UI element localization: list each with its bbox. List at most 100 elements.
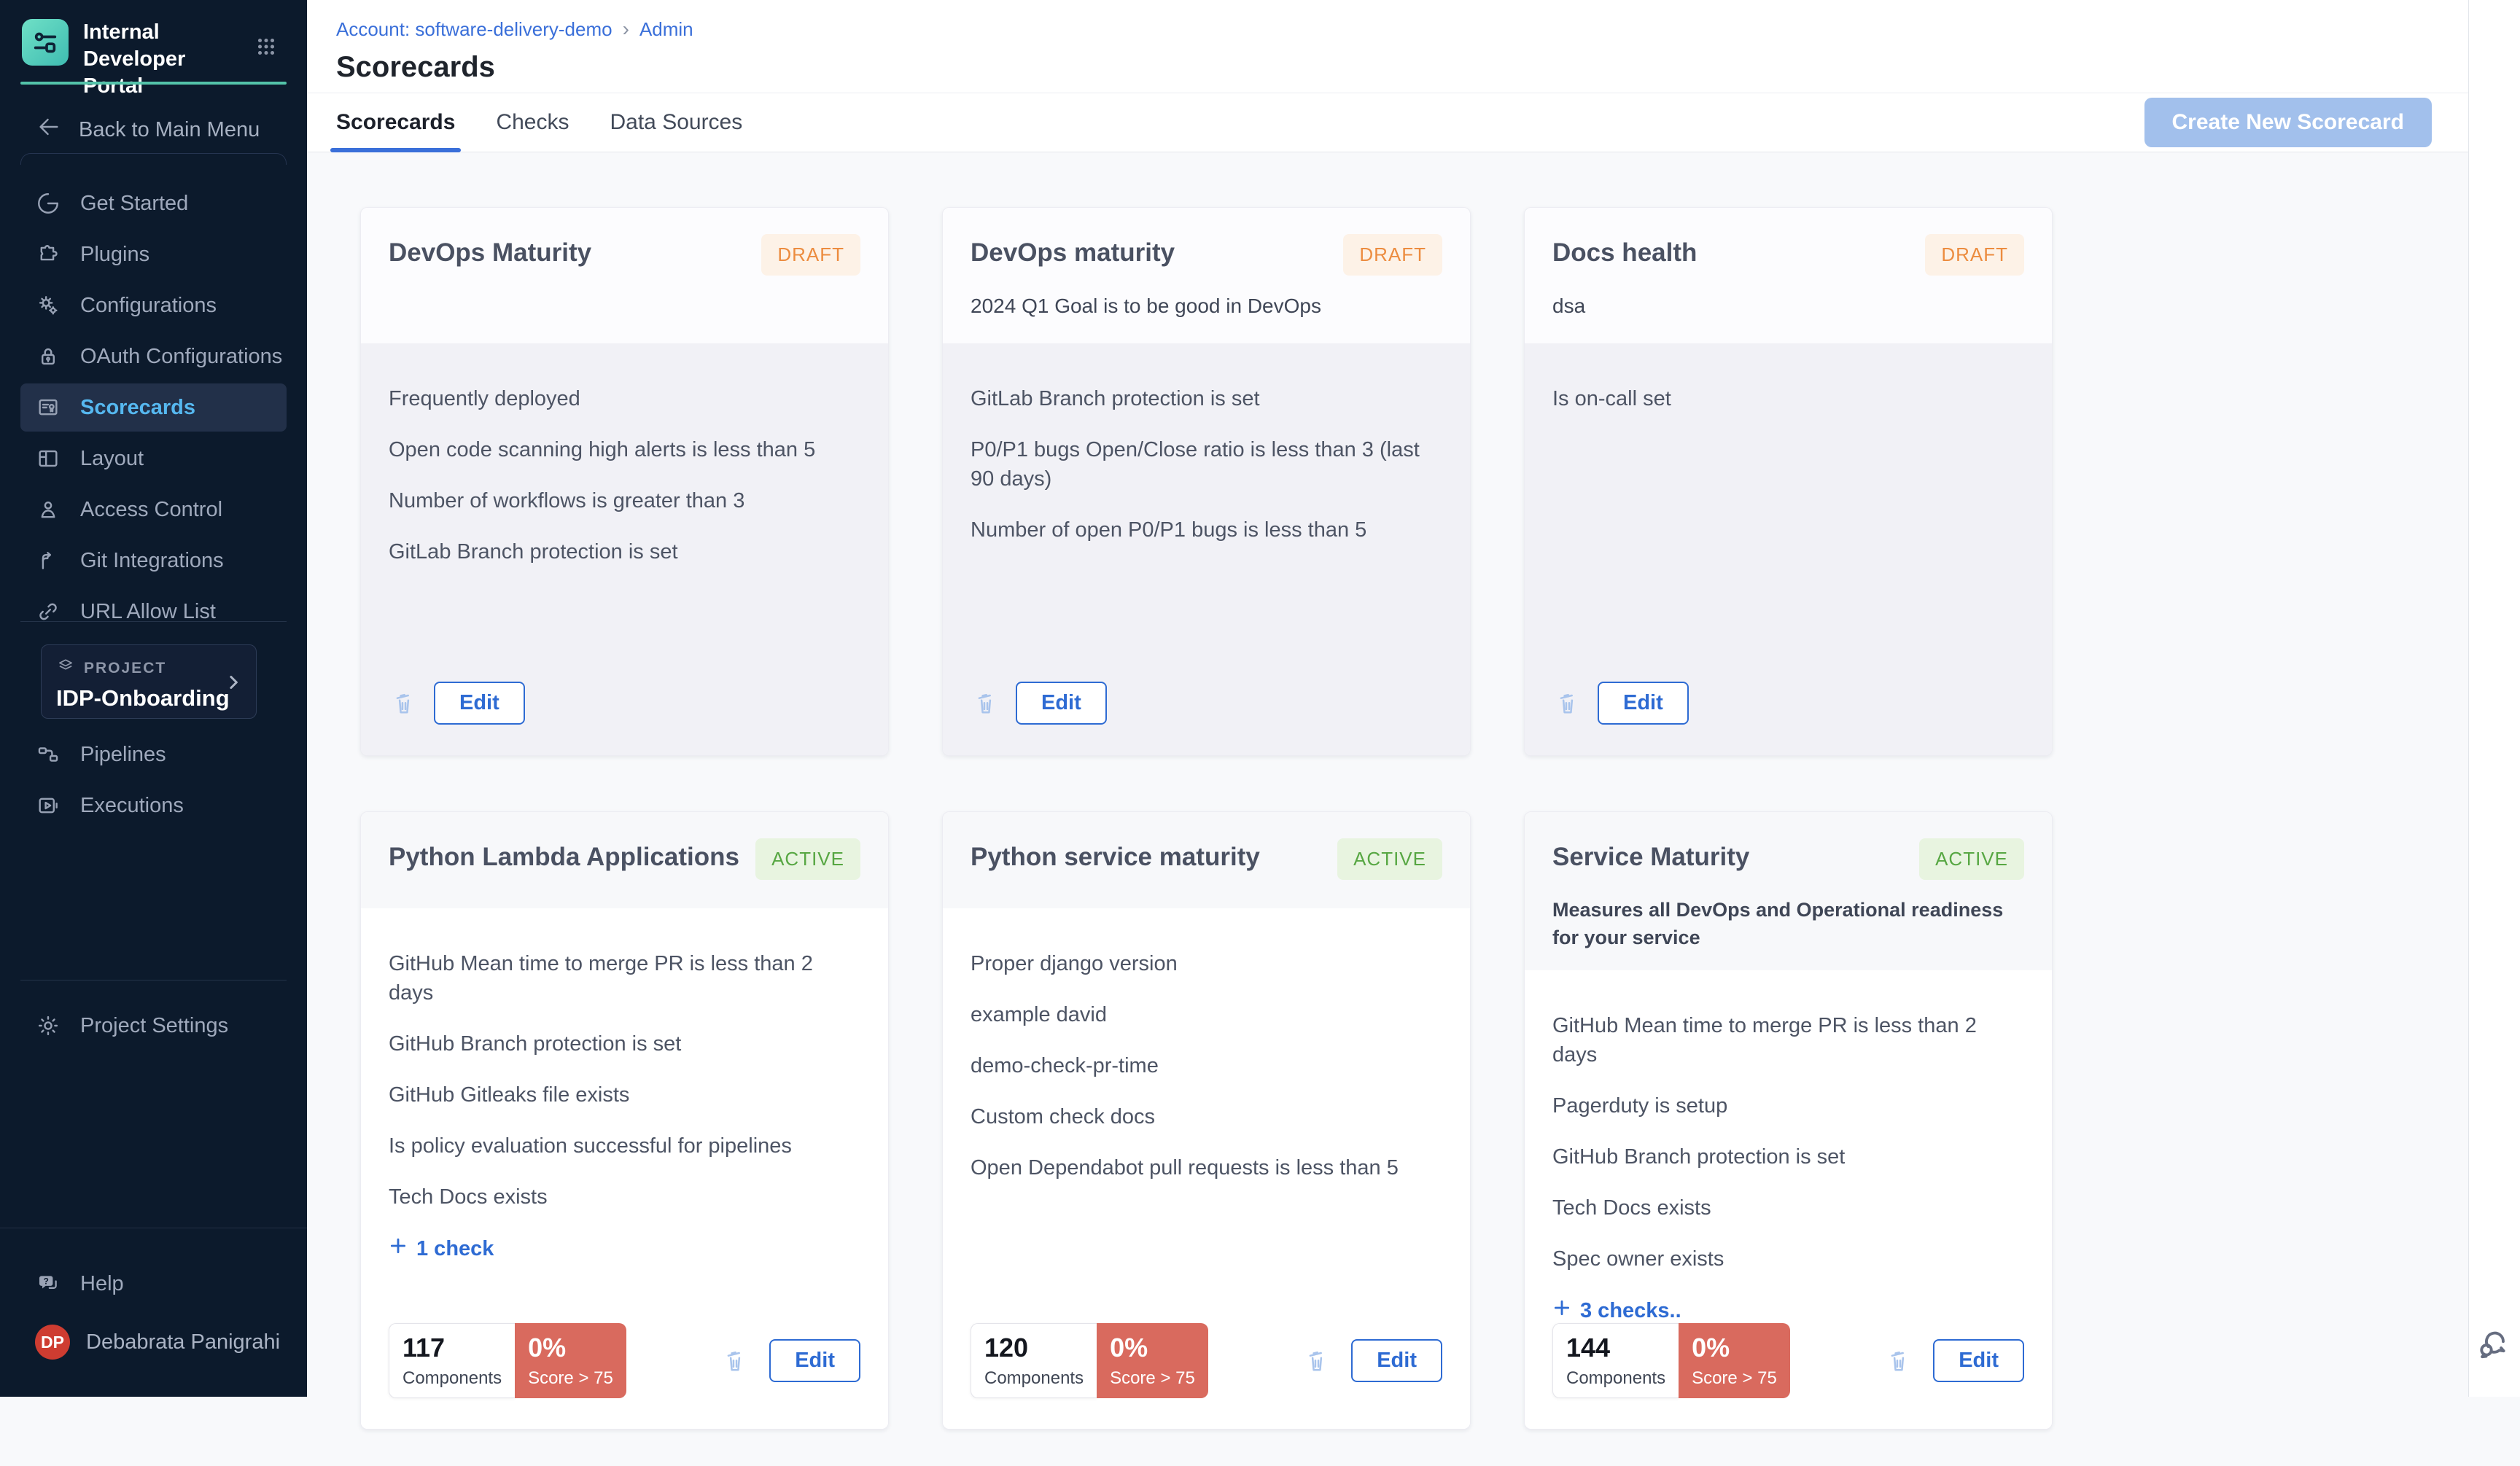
app-logo[interactable] <box>22 19 69 66</box>
sidebar-item-configurations[interactable]: Configurations <box>20 281 287 330</box>
status-badge: DRAFT <box>1925 234 2024 276</box>
check-item: example david <box>971 1000 1442 1029</box>
gears-icon <box>35 292 61 319</box>
check-item: Number of open P0/P1 bugs is less than 5 <box>971 515 1442 545</box>
tab-scorecards[interactable]: Scorecards <box>336 93 455 152</box>
card-body: GitLab Branch protection is set P0/P1 bu… <box>943 343 1470 755</box>
tab-bar: Scorecards Checks Data Sources Create Ne… <box>307 93 2468 152</box>
components-label: Components <box>1566 1368 1665 1389</box>
score-percentage: 0% <box>528 1333 613 1363</box>
score-percentage: 0% <box>1110 1333 1195 1363</box>
card-title: Service Maturity <box>1552 838 1749 872</box>
sidebar-item-get-started[interactable]: Get Started <box>20 179 287 227</box>
scorecard-card: Service Maturity ACTIVE Measures all Dev… <box>1524 811 2053 1430</box>
delete-scorecard-button[interactable] <box>720 1344 750 1378</box>
card-body: GitHub Mean time to merge PR is less tha… <box>361 908 888 1429</box>
check-item: Custom check docs <box>971 1102 1442 1131</box>
breadcrumb-admin-link[interactable]: Admin <box>639 18 693 41</box>
check-item: Proper django version <box>971 949 1442 978</box>
scorecard-card: DevOps Maturity DRAFT Frequently deploye… <box>360 207 889 756</box>
card-description: Measures all DevOps and Operational read… <box>1552 896 2024 951</box>
tab-checks[interactable]: Checks <box>496 93 569 152</box>
edit-scorecard-button[interactable]: Edit <box>1016 682 1107 725</box>
page-title: Scorecards <box>336 51 2468 84</box>
help-chat-icon: ? <box>35 1271 61 1297</box>
score-percentage: 0% <box>1692 1333 1777 1363</box>
score-threshold-label: Score > 75 <box>528 1368 613 1389</box>
play-icon <box>35 792 61 819</box>
sidebar-divider <box>20 621 287 622</box>
sidebar-item-pipelines[interactable]: Pipelines <box>20 730 287 779</box>
check-item: Is policy evaluation successful for pipe… <box>389 1131 860 1161</box>
card-title: Python Lambda Applications <box>389 838 739 872</box>
plus-icon <box>1552 1298 1571 1323</box>
check-item: Open code scanning high alerts is less t… <box>389 435 860 464</box>
sidebar-item-layout[interactable]: Layout <box>20 434 287 483</box>
person-icon <box>35 496 61 523</box>
edit-scorecard-button[interactable]: Edit <box>1351 1339 1442 1382</box>
components-count: 144 <box>1566 1333 1665 1363</box>
user-menu[interactable]: DP Debabrata Panigrahi <box>20 1317 300 1368</box>
more-checks-link[interactable]: 3 checks.. <box>1552 1298 2024 1323</box>
breadcrumb-account-link[interactable]: Account: software-delivery-demo <box>336 18 612 41</box>
brand-divider <box>20 82 287 85</box>
check-item: GitHub Gitleaks file exists <box>389 1080 860 1110</box>
edit-scorecard-button[interactable]: Edit <box>1598 682 1689 725</box>
active-tab-underline <box>330 148 461 152</box>
sidebar-item-access-control[interactable]: Access Control <box>20 486 287 534</box>
card-body: GitHub Mean time to merge PR is less tha… <box>1525 970 2052 1429</box>
branch-icon <box>35 547 61 574</box>
scorecard-card: Docs health DRAFT dsa Is on-call set Ed <box>1524 207 2053 756</box>
project-selector[interactable]: PROJECT IDP-Onboarding <box>41 644 257 719</box>
sidebar-item-url-allow-list[interactable]: URL Allow List <box>20 588 287 636</box>
check-item: demo-check-pr-time <box>971 1051 1442 1080</box>
sidebar-item-oauth-configurations[interactable]: OAuth Configurations <box>20 332 287 381</box>
gear-icon <box>35 1013 61 1039</box>
card-header: Python Lambda Applications ACTIVE <box>361 812 888 908</box>
create-new-scorecard-button[interactable]: Create New Scorecard <box>2144 98 2432 147</box>
sidebar-nav-admin: Get Started Plugins Configurations <box>0 179 307 639</box>
edit-scorecard-button[interactable]: Edit <box>1933 1339 2024 1382</box>
arrow-left-icon <box>36 114 61 145</box>
check-item: Tech Docs exists <box>1552 1193 2024 1223</box>
more-checks-link[interactable]: 1 check <box>389 1236 860 1261</box>
edit-scorecard-button[interactable]: Edit <box>434 682 525 725</box>
card-body: Is on-call set Edit <box>1525 343 2052 755</box>
svg-text:?: ? <box>43 1276 48 1286</box>
delete-scorecard-button[interactable] <box>1302 1344 1332 1378</box>
plus-icon <box>389 1236 408 1261</box>
check-item: Tech Docs exists <box>389 1182 860 1212</box>
sidebar-item-git-integrations[interactable]: Git Integrations <box>20 537 287 585</box>
main-content: Account: software-delivery-demo › Admin … <box>307 0 2468 1397</box>
delete-scorecard-button[interactable] <box>971 687 1001 720</box>
sidebar-item-plugins[interactable]: Plugins <box>20 230 287 278</box>
breadcrumb: Account: software-delivery-demo › Admin <box>336 17 2468 41</box>
sidebar-item-scorecards[interactable]: Scorecards <box>20 383 287 432</box>
card-body: Proper django version example david demo… <box>943 908 1470 1429</box>
lock-icon <box>35 343 61 370</box>
check-item: Frequently deployed <box>389 384 860 413</box>
scorecard-card: DevOps maturity DRAFT 2024 Q1 Goal is to… <box>942 207 1471 756</box>
tab-data-sources[interactable]: Data Sources <box>610 93 742 152</box>
support-chat-icon[interactable] <box>2473 1325 2511 1366</box>
apps-grid-icon[interactable] <box>249 29 284 64</box>
components-count: 120 <box>984 1333 1084 1363</box>
edit-scorecard-button[interactable]: Edit <box>769 1339 860 1382</box>
sidebar-item-executions[interactable]: Executions <box>20 781 287 830</box>
delete-scorecard-button[interactable] <box>1883 1344 1914 1378</box>
sidebar-section-divider <box>20 153 287 165</box>
scorecard-card: Python Lambda Applications ACTIVE GitHub… <box>360 811 889 1430</box>
sidebar-nav-help: ? Help <box>0 1260 307 1311</box>
components-count: 117 <box>402 1333 502 1363</box>
delete-scorecard-button[interactable] <box>1552 687 1583 720</box>
back-to-main-menu[interactable]: Back to Main Menu <box>20 109 287 150</box>
sidebar-item-project-settings[interactable]: Project Settings <box>20 1002 287 1050</box>
score-badge: 0% Score > 75 <box>1679 1323 1790 1398</box>
pipelines-icon <box>35 741 61 768</box>
status-badge: ACTIVE <box>1337 838 1442 880</box>
sidebar-nav-project: Pipelines Executions <box>0 730 307 833</box>
delete-scorecard-button[interactable] <box>389 687 419 720</box>
card-body: Frequently deployed Open code scanning h… <box>361 343 888 755</box>
sidebar-item-help[interactable]: ? Help <box>20 1260 287 1308</box>
scorecard-stats: 144 Components 0% Score > 75 <box>1552 1323 1790 1398</box>
